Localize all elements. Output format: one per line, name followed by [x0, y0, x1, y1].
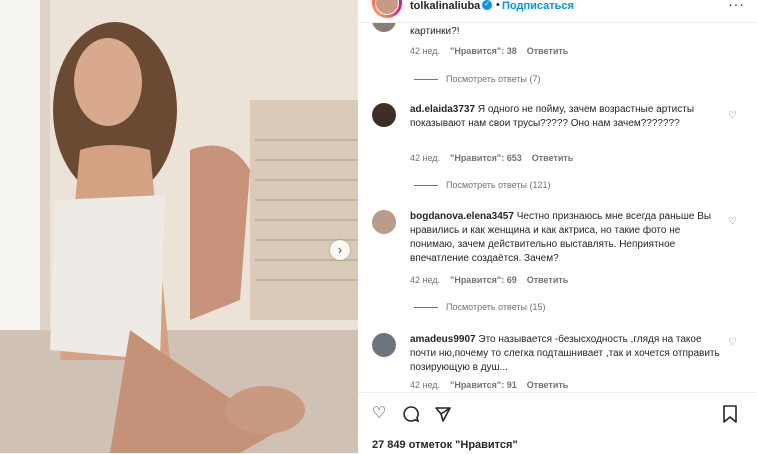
- comment-meta: 42 нед. "Нравится": 91 Ответить: [410, 380, 578, 390]
- author-username[interactable]: tolkalinaliuba: [410, 0, 480, 12]
- comment-likes[interactable]: "Нравится": 91: [450, 380, 517, 390]
- comment-age: 42 нед.: [410, 153, 441, 163]
- comments-panel: tolkalinaliuba ✓ • Подписаться ··· карти…: [358, 0, 757, 454]
- reply-button[interactable]: Ответить: [527, 46, 569, 56]
- comment-avatar[interactable]: [372, 103, 396, 127]
- comment-avatar[interactable]: [372, 210, 396, 234]
- bookmark-icon[interactable]: [722, 405, 738, 428]
- comment-age: 42 нед.: [410, 46, 441, 56]
- comment-likes[interactable]: "Нравится": 69: [450, 275, 517, 285]
- comment-age: 42 нед.: [410, 275, 441, 285]
- view-replies-button[interactable]: Посмотреть ответы (121): [414, 180, 551, 190]
- comment-meta: 42 нед. "Нравится": 38 Ответить: [410, 46, 578, 56]
- comment-username[interactable]: bogdanova.elena3457: [410, 211, 514, 222]
- post-header: tolkalinaliuba ✓ • Подписаться ···: [358, 0, 757, 23]
- view-replies-button[interactable]: Посмотреть ответы (15): [414, 302, 546, 312]
- follow-button[interactable]: Подписаться: [502, 0, 574, 12]
- heart-icon[interactable]: ♡: [728, 337, 737, 348]
- view-replies-button[interactable]: Посмотреть ответы (7): [414, 74, 541, 84]
- post-photo: [0, 0, 358, 453]
- comment-avatar[interactable]: [372, 333, 396, 357]
- comment-username[interactable]: amadeus9907: [410, 334, 476, 345]
- heart-icon[interactable]: ♡: [728, 110, 737, 121]
- comment-meta: 42 нед. "Нравится": 69 Ответить: [410, 275, 578, 285]
- post-actions-bar: ♡ 27 849 отметок "Нравится": [358, 392, 757, 454]
- comment-icon[interactable]: [402, 405, 420, 428]
- share-icon[interactable]: [434, 405, 452, 428]
- comment-text: ad.elaida3737 Я одного не пойму, зачем в…: [410, 104, 694, 129]
- reply-button[interactable]: Ответить: [527, 380, 569, 390]
- heart-icon[interactable]: ♡: [372, 405, 386, 423]
- comment-text: картинки?!: [410, 26, 460, 37]
- likes-count[interactable]: 27 849 отметок "Нравится": [372, 439, 518, 451]
- reply-button[interactable]: Ответить: [532, 153, 574, 163]
- comment-text: bogdanova.elena3457 Честно признаюсь мне…: [410, 211, 712, 264]
- more-options-icon[interactable]: ···: [728, 0, 745, 12]
- comment-text: amadeus9907 Это называется -безысходност…: [410, 334, 720, 373]
- comment-username[interactable]: ad.elaida3737: [410, 104, 475, 115]
- separator: •: [496, 0, 500, 11]
- comment-age: 42 нед.: [410, 380, 441, 390]
- carousel-next-button[interactable]: ›: [330, 240, 350, 260]
- chevron-right-icon: ›: [338, 243, 342, 257]
- heart-icon[interactable]: ♡: [728, 216, 737, 227]
- avatar[interactable]: [372, 0, 402, 18]
- comment-likes[interactable]: "Нравится": 653: [450, 153, 522, 163]
- comment-meta: 42 нед. "Нравится": 653 Ответить: [410, 153, 583, 163]
- verified-badge-icon: ✓: [482, 0, 492, 10]
- reply-button[interactable]: Ответить: [527, 275, 569, 285]
- comment-likes[interactable]: "Нравится": 38: [450, 46, 517, 56]
